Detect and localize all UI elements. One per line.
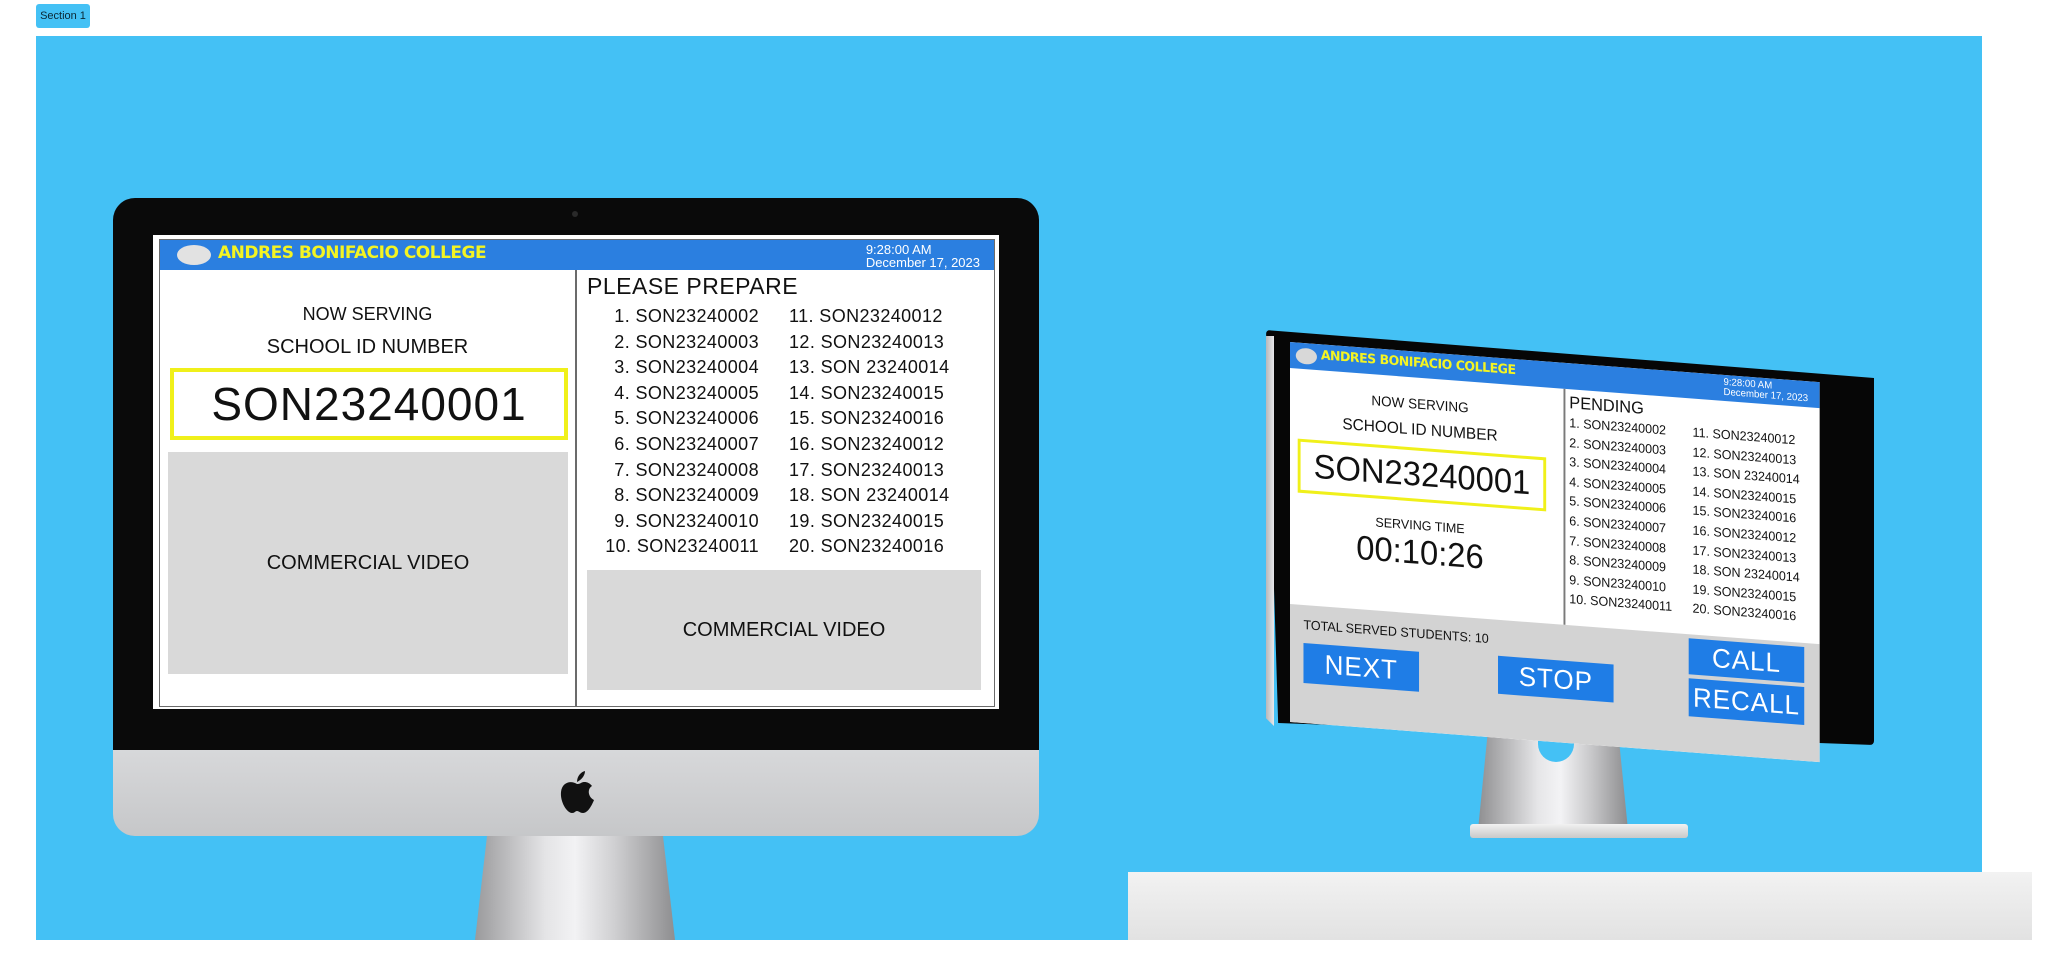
pending-list-col2: 11. SON23240012 12. SON23240013 13. SON 23… xyxy=(1693,423,1800,627)
imac-stand xyxy=(475,836,675,940)
queue-item: 9. SON23240010 xyxy=(614,510,759,531)
next-button[interactable]: NEXT xyxy=(1303,643,1420,692)
display-frame: ANDRES BONIFACIO COLLEGE 9:28:00 AM Dece… xyxy=(159,239,995,707)
current-id: SON23240001 xyxy=(170,368,568,440)
college-name: ANDRES BONIFACIO COLLEGE xyxy=(218,243,487,263)
clock-date: December 17, 2023 xyxy=(865,255,980,270)
queue-item: 18. SON 23240014 xyxy=(789,485,950,506)
school-id-label: SCHOOL ID NUMBER xyxy=(266,336,469,358)
clock: 9:28:00 AM December 17, 2023 xyxy=(1724,377,1809,404)
queue-item: 17. SON23240013 xyxy=(789,459,945,480)
now-serving-panel: NOW SERVING SCHOOL ID NUMBER SON23240001… xyxy=(160,270,577,706)
admin-console-screen: ANDRES BONIFACIO COLLEGE 9:28:00 AM Dece… xyxy=(1290,342,1849,784)
queue-item: 8. SON23240009 xyxy=(614,485,759,506)
queue-item: 6. SON23240007 xyxy=(614,433,759,454)
recall-button[interactable]: RECALL xyxy=(1688,678,1805,725)
queue-list-col2: 11. SON23240012 12. SON23240013 13. SON 23… xyxy=(789,304,950,560)
queue-item: 16. SON23240012 xyxy=(789,433,945,454)
queue-item: 15. SON23240016 xyxy=(789,408,945,429)
monitor-edge xyxy=(1266,336,1274,726)
apple-logo-icon xyxy=(560,771,594,813)
queue-item: 2. SON23240003 xyxy=(614,331,759,352)
section-label[interactable]: Section 1 xyxy=(36,4,90,28)
prepare-heading: PLEASE PREPARE xyxy=(587,273,799,299)
monitor-base xyxy=(1470,824,1688,838)
now-serving-label: NOW SERVING xyxy=(302,304,433,324)
pending-list-col1: 1. SON23240002 2. SON23240003 3. SON232400… xyxy=(1569,413,1672,617)
queue-item: 7. SON23240008 xyxy=(614,459,759,480)
prepare-panel: PLEASE PREPARE 1. SON23240002 2. SON23240… xyxy=(577,270,994,706)
queue-display-screen: ANDRES BONIFACIO COLLEGE 9:28:00 AM Dece… xyxy=(153,235,999,709)
commercial-video: COMMERCIAL VIDEO xyxy=(168,452,568,674)
now-serving-panel: NOW SERVING SCHOOL ID NUMBER SON23240001… xyxy=(1290,368,1566,625)
current-id: SON23240001 xyxy=(1297,438,1547,512)
call-button[interactable]: CALL xyxy=(1688,638,1805,683)
camera-dot xyxy=(572,211,578,217)
display-shelf xyxy=(1128,872,2032,940)
commercial-video: COMMERCIAL VIDEO xyxy=(587,570,981,690)
clock: 9:28:00 AM December 17, 2023 xyxy=(866,243,980,269)
queue-item: 4. SON23240005 xyxy=(614,382,759,403)
queue-item: 14. SON23240015 xyxy=(789,382,945,403)
queue-item: 5. SON23240006 xyxy=(614,408,759,429)
college-logo xyxy=(177,245,211,265)
college-logo xyxy=(1295,347,1317,366)
total-served: TOTAL SERVED STUDENTS: 10 xyxy=(1303,617,1489,647)
queue-list-col1: 1. SON23240002 2. SON23240003 3. SON232400… xyxy=(581,304,759,560)
queue-item: 1. SON23240002 xyxy=(614,306,759,326)
queue-item: 20. SON23240016 xyxy=(789,536,945,557)
queue-item: 3. SON23240004 xyxy=(614,357,759,378)
queue-item: 10. SON23240011 xyxy=(605,536,759,557)
monitor-mockup: ANDRES BONIFACIO COLLEGE 9:28:00 AM Dece… xyxy=(1266,330,1874,870)
queue-item: 13. SON 23240014 xyxy=(789,357,950,378)
queue-item: 11. SON23240012 xyxy=(789,306,943,326)
imac-mockup: ANDRES BONIFACIO COLLEGE 9:28:00 AM Dece… xyxy=(113,198,1039,940)
queue-item: 19. SON23240015 xyxy=(789,510,945,531)
stop-button[interactable]: STOP xyxy=(1498,655,1614,703)
admin-console: ANDRES BONIFACIO COLLEGE 9:28:00 AM Dece… xyxy=(1290,342,1820,763)
queue-item: 12. SON23240013 xyxy=(789,331,945,352)
control-panel: TOTAL SERVED STUDENTS: 10 NEXT STOP CALL… xyxy=(1290,604,1820,763)
header-bar: ANDRES BONIFACIO COLLEGE 9:28:00 AM Dece… xyxy=(160,240,994,270)
